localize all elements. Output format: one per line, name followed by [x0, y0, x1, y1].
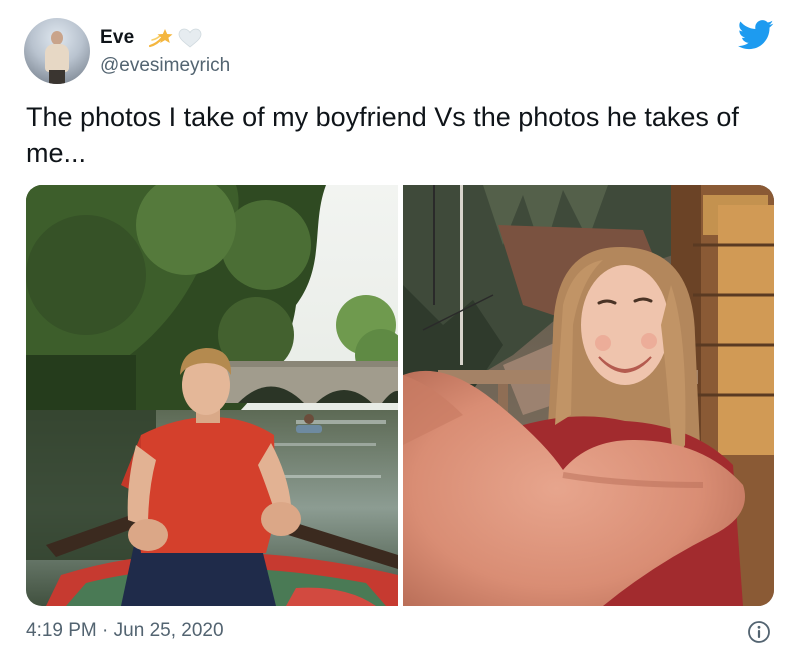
user-handle[interactable]: @evesimeyrich	[100, 55, 230, 77]
photo-selfie-girlfriend[interactable]	[403, 185, 774, 606]
avatar-figure-body	[45, 44, 69, 72]
name-emojis	[148, 28, 202, 48]
tweet-date: Jun 25, 2020	[113, 620, 224, 641]
display-name[interactable]: Eve	[100, 27, 134, 49]
tweet-time: 4:19 PM	[26, 620, 97, 641]
white-heart-icon	[178, 28, 202, 48]
avatar[interactable]	[24, 18, 90, 84]
avatar-figure-legs	[49, 70, 65, 84]
timestamp-separator: ·	[102, 620, 109, 641]
photo-boyfriend-rowing[interactable]	[26, 185, 398, 606]
media-grid	[26, 185, 774, 606]
info-icon[interactable]	[747, 620, 771, 644]
twitter-bird-icon[interactable]	[738, 20, 774, 50]
tweet-card: Eve @evesimeyrich The photos I take of m…	[0, 0, 800, 654]
photo-boyfriend-rowing-image	[26, 185, 398, 606]
shooting-star-icon	[148, 29, 173, 48]
avatar-figure-head	[51, 31, 63, 45]
tweet-text: The photos I take of my boyfriend Vs the…	[26, 102, 739, 168]
photo-selfie-girlfriend-image	[403, 185, 774, 606]
tweet-timestamp[interactable]: 4:19 PM · Jun 25, 2020	[26, 620, 224, 642]
